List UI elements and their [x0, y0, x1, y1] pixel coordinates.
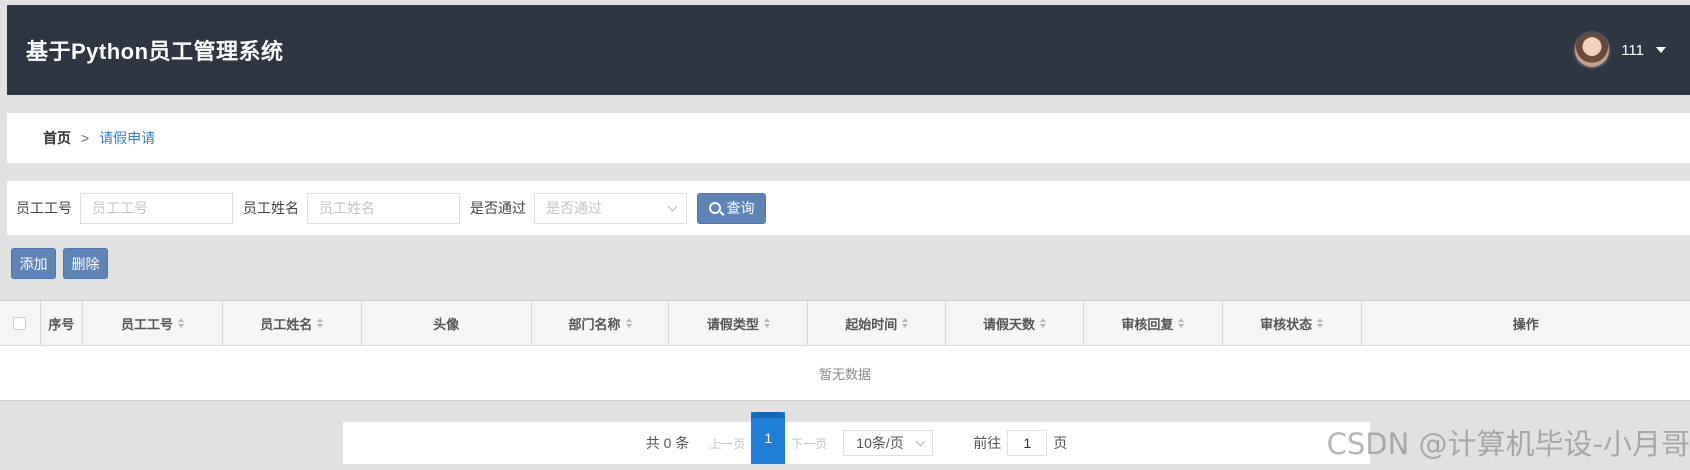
employee-no-placeholder: 员工工号 — [92, 200, 148, 216]
user-menu[interactable]: 111 — [1573, 31, 1690, 69]
employee-name-placeholder: 员工姓名 — [319, 200, 375, 216]
column-header-leave-type[interactable]: 请假类型 — [669, 301, 809, 345]
csdn-watermark: CSDN @计算机毕设-小月哥 — [1326, 427, 1690, 461]
app-title: 基于Python员工管理系统 — [26, 39, 284, 64]
column-header-department[interactable]: 部门名称 — [532, 301, 670, 345]
query-button[interactable]: 查询 — [697, 192, 766, 224]
top-header: 基于Python员工管理系统 111 — [7, 5, 1690, 95]
sort-icon[interactable] — [902, 318, 909, 328]
breadcrumb-separator: > — [81, 130, 90, 146]
chevron-down-icon — [915, 436, 926, 446]
breadcrumb-current: 请假申请 — [99, 130, 156, 146]
search-bar: 员工工号 员工工号 员工姓名 员工姓名 是否通过 是否通过 查询 — [7, 181, 1690, 235]
employee-no-label: 员工工号 — [16, 200, 72, 216]
sort-icon[interactable] — [317, 318, 324, 328]
column-header-index: 序号 — [41, 301, 84, 345]
sort-icon[interactable] — [763, 318, 770, 328]
sort-icon[interactable] — [1178, 318, 1185, 328]
page-number-current[interactable]: 1 — [751, 412, 786, 464]
select-all-cell — [0, 301, 41, 345]
sort-icon[interactable] — [178, 318, 185, 328]
table-header: 序号 员工工号 员工姓名 头像 部门名称 请假类型 起始时间 请假天数 审核回复… — [0, 301, 1690, 346]
column-header-employee-name[interactable]: 员工姓名 — [223, 301, 362, 345]
page-size-select[interactable]: 10条/页 — [843, 430, 934, 456]
column-header-employee-no[interactable]: 员工工号 — [83, 301, 223, 345]
delete-button[interactable]: 删除 — [63, 248, 108, 279]
next-page-button[interactable]: 下一页 — [791, 435, 827, 452]
column-header-review-status[interactable]: 审核状态 — [1223, 301, 1362, 345]
table-empty-text: 暂无数据 — [818, 366, 871, 382]
user-avatar[interactable] — [1573, 31, 1612, 69]
prev-page-button[interactable]: 上一页 — [709, 435, 745, 452]
select-all-checkbox[interactable] — [13, 316, 27, 330]
column-header-review-reply[interactable]: 审核回复 — [1084, 301, 1223, 345]
goto-page-input[interactable]: 1 — [1007, 430, 1048, 456]
employee-name-label: 员工姓名 — [243, 200, 299, 216]
action-buttons: 添加 删除 — [11, 248, 108, 279]
column-header-avatar: 头像 — [362, 301, 532, 345]
pagination: 共 0 条 上一页 1 下一页 10条/页 前往 1 页 — [343, 412, 1370, 464]
column-header-start-time[interactable]: 起始时间 — [808, 301, 947, 345]
breadcrumb: 首页 > 请假申请 — [7, 113, 1690, 163]
approved-placeholder: 是否通过 — [546, 200, 602, 216]
breadcrumb-home[interactable]: 首页 — [43, 128, 71, 148]
goto-label: 前往 — [973, 435, 1002, 451]
add-button[interactable]: 添加 — [11, 248, 56, 279]
leave-request-table: 序号 员工工号 员工姓名 头像 部门名称 请假类型 起始时间 请假天数 审核回复… — [0, 300, 1690, 401]
employee-name-input[interactable]: 员工姓名 — [307, 192, 460, 224]
chevron-down-icon — [667, 201, 678, 211]
goto-suffix: 页 — [1053, 435, 1068, 451]
approved-select[interactable]: 是否通过 — [534, 192, 687, 224]
search-icon — [708, 202, 721, 214]
column-header-actions: 操作 — [1512, 316, 1539, 332]
query-button-label: 查询 — [726, 200, 755, 216]
sort-icon[interactable] — [1317, 318, 1324, 328]
caret-down-icon[interactable] — [1656, 47, 1666, 53]
sort-icon[interactable] — [1040, 318, 1047, 328]
sort-icon[interactable] — [625, 318, 632, 328]
pagination-total: 共 0 条 — [645, 435, 690, 451]
column-header-leave-days[interactable]: 请假天数 — [946, 301, 1084, 345]
user-name[interactable]: 111 — [1621, 42, 1644, 59]
employee-no-input[interactable]: 员工工号 — [80, 192, 233, 224]
approved-label: 是否通过 — [470, 200, 526, 216]
page-size-value: 10条/页 — [856, 435, 904, 451]
